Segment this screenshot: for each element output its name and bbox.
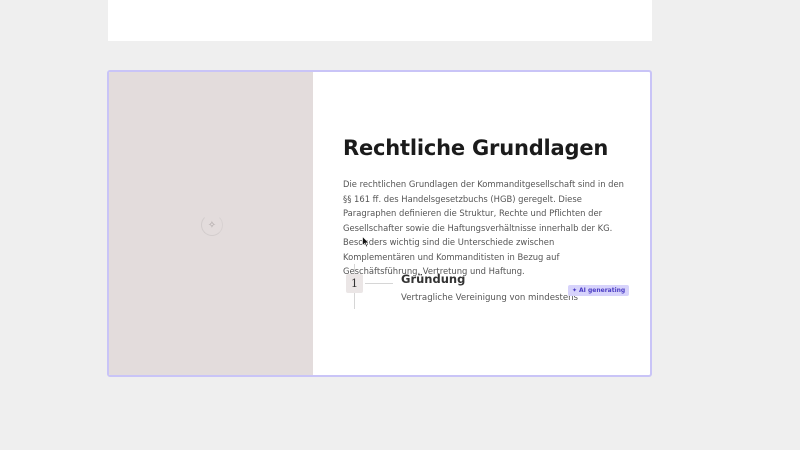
- slide-content: Rechtliche Grundlagen Die rechtlichen Gr…: [343, 72, 643, 375]
- ai-generating-badge: ✦ AI generating: [568, 285, 630, 296]
- sparkle-icon: ✦: [572, 287, 578, 294]
- step-description[interactable]: Vertragliche Vereinigung von mindestens: [401, 293, 578, 303]
- step-number-badge: 1: [346, 274, 363, 293]
- sparkle-loading-icon: ✧: [201, 214, 223, 236]
- mouse-cursor-icon: [362, 236, 370, 248]
- slide-title[interactable]: Rechtliche Grundlagen: [343, 136, 608, 160]
- step-item: 1 Gründung Vertragliche Vereinigung von …: [343, 264, 643, 317]
- step-connector-line: [365, 283, 393, 284]
- image-placeholder[interactable]: ✧: [109, 72, 313, 375]
- slide-body-text[interactable]: Die rechtlichen Grundlagen der Kommandit…: [343, 177, 628, 279]
- slide-card[interactable]: ✧ Rechtliche Grundlagen Die rechtlichen …: [107, 70, 652, 377]
- ai-badge-label: AI generating: [579, 287, 626, 294]
- step-title[interactable]: Gründung: [401, 272, 465, 286]
- previous-slide[interactable]: [108, 0, 652, 41]
